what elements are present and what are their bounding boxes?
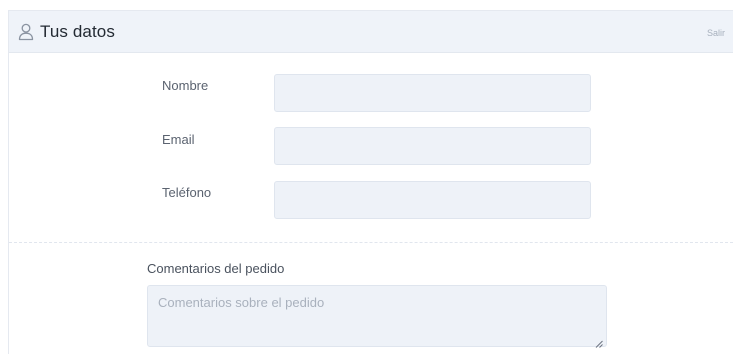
comments-placeholder: Comentarios sobre el pedido: [158, 295, 325, 310]
name-field[interactable]: [274, 74, 591, 112]
email-field[interactable]: [274, 127, 591, 165]
user-icon: [18, 23, 34, 41]
name-label: Nombre: [162, 78, 209, 93]
email-label: Email: [162, 132, 195, 147]
resize-handle-icon[interactable]: [595, 335, 603, 348]
section-divider: [9, 242, 733, 243]
panel-title: Tus datos: [40, 22, 115, 41]
phone-label: Teléfono: [162, 185, 212, 200]
comments-label: Comentarios del pedido: [147, 261, 285, 276]
comments-textarea[interactable]: Comentarios sobre el pedido: [147, 285, 607, 348]
logout-link[interactable]: Salir: [707, 28, 725, 38]
your-details-panel: Tus datos Salir Nombre Email Teléfono Co…: [8, 10, 733, 354]
panel-header: Tus datos Salir: [9, 11, 733, 53]
phone-field[interactable]: [274, 181, 591, 219]
